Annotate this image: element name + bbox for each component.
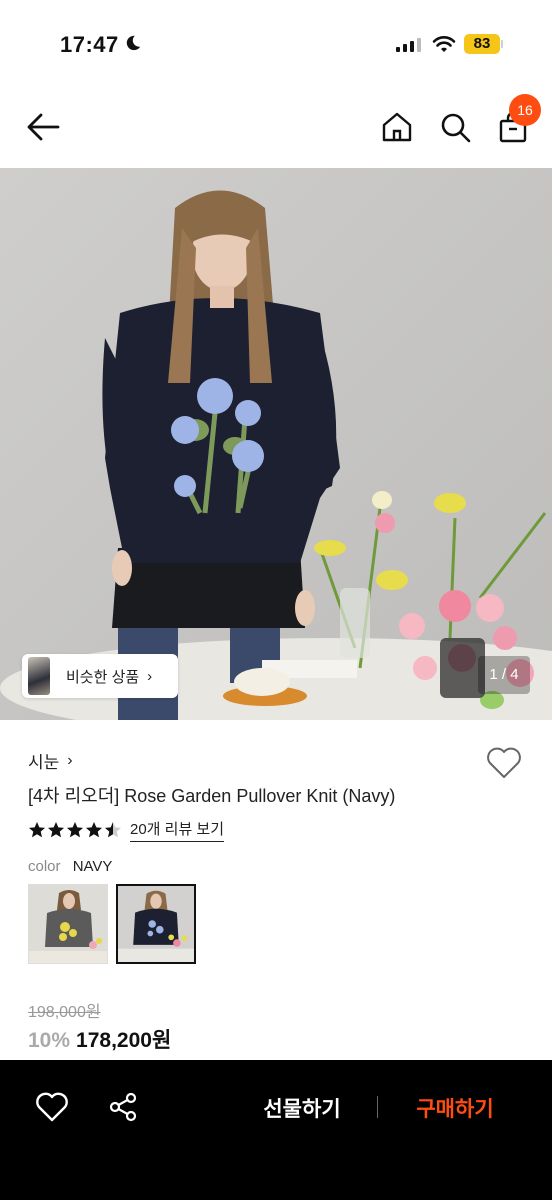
status-time: 17:47: [60, 32, 119, 57]
heart-icon: [36, 1092, 68, 1122]
brand-link[interactable]: 시눈 ›: [28, 748, 73, 773]
color-option-thumbnail: [118, 886, 194, 962]
back-button[interactable]: [24, 110, 64, 144]
reviews-link[interactable]: 20개 리뷰 보기: [130, 818, 225, 842]
buy-button[interactable]: 구매하기: [400, 1090, 510, 1126]
star-icon: [67, 822, 83, 838]
price-row: 10% 178,200원: [28, 1024, 171, 1054]
similar-thumbnail: [28, 657, 50, 695]
home-button[interactable]: [380, 110, 414, 144]
battery-tip: [501, 40, 503, 48]
color-option-thumbnail: [29, 885, 107, 963]
wifi-icon: [432, 36, 456, 52]
battery-indicator: 83: [464, 34, 500, 54]
color-option-navy[interactable]: [116, 884, 196, 964]
chevron-right-icon: ›: [67, 751, 73, 769]
color-label: color: [28, 858, 61, 875]
color-option-grey[interactable]: [28, 884, 108, 964]
star-icon: [86, 822, 102, 838]
cart-count-badge: 16: [509, 94, 541, 126]
bottom-action-bar: 선물하기 구매하기: [0, 1060, 552, 1200]
similar-products-label: 비슷한 상품: [66, 668, 140, 686]
divider: [377, 1096, 378, 1118]
brand-name: 시눈: [28, 753, 60, 772]
top-nav: [0, 88, 552, 168]
search-icon: [441, 113, 471, 143]
discount-rate: 10%: [28, 1029, 71, 1052]
image-page-indicator: 1 / 4: [478, 656, 530, 694]
product-image-carousel[interactable]: 비슷한 상품 › 1 / 4: [0, 168, 552, 720]
product-title: [4차 리오더] Rose Garden Pullover Knit (Navy…: [28, 786, 396, 806]
moon-icon: [126, 35, 141, 51]
chevron-right-icon: ›: [147, 667, 153, 685]
search-button[interactable]: [438, 110, 472, 144]
selected-color: NAVY: [72, 858, 113, 875]
sale-price: 178,200원: [76, 1029, 172, 1052]
star-icon: [29, 822, 45, 838]
bottom-wishlist-button[interactable]: [34, 1090, 70, 1124]
arrow-left-icon: [27, 113, 60, 141]
star-icon: [48, 822, 64, 838]
star-rating: [28, 821, 122, 839]
wishlist-button[interactable]: [486, 746, 522, 780]
home-icon: [382, 112, 412, 142]
cellular-signal-icon: [396, 38, 421, 52]
gift-button[interactable]: 선물하기: [248, 1090, 356, 1126]
original-price: 198,000원: [28, 1004, 101, 1021]
status-bar: 17:47 83: [0, 0, 552, 88]
star-icon: [105, 822, 121, 838]
share-icon: [109, 1092, 137, 1122]
share-button[interactable]: [106, 1090, 140, 1124]
product-photo: [0, 168, 552, 720]
similar-products-button[interactable]: 비슷한 상품 ›: [22, 654, 178, 698]
heart-icon: [487, 747, 521, 778]
color-selector-label: color NAVY: [28, 858, 112, 875]
rating-row: 20개 리뷰 보기: [28, 818, 225, 842]
